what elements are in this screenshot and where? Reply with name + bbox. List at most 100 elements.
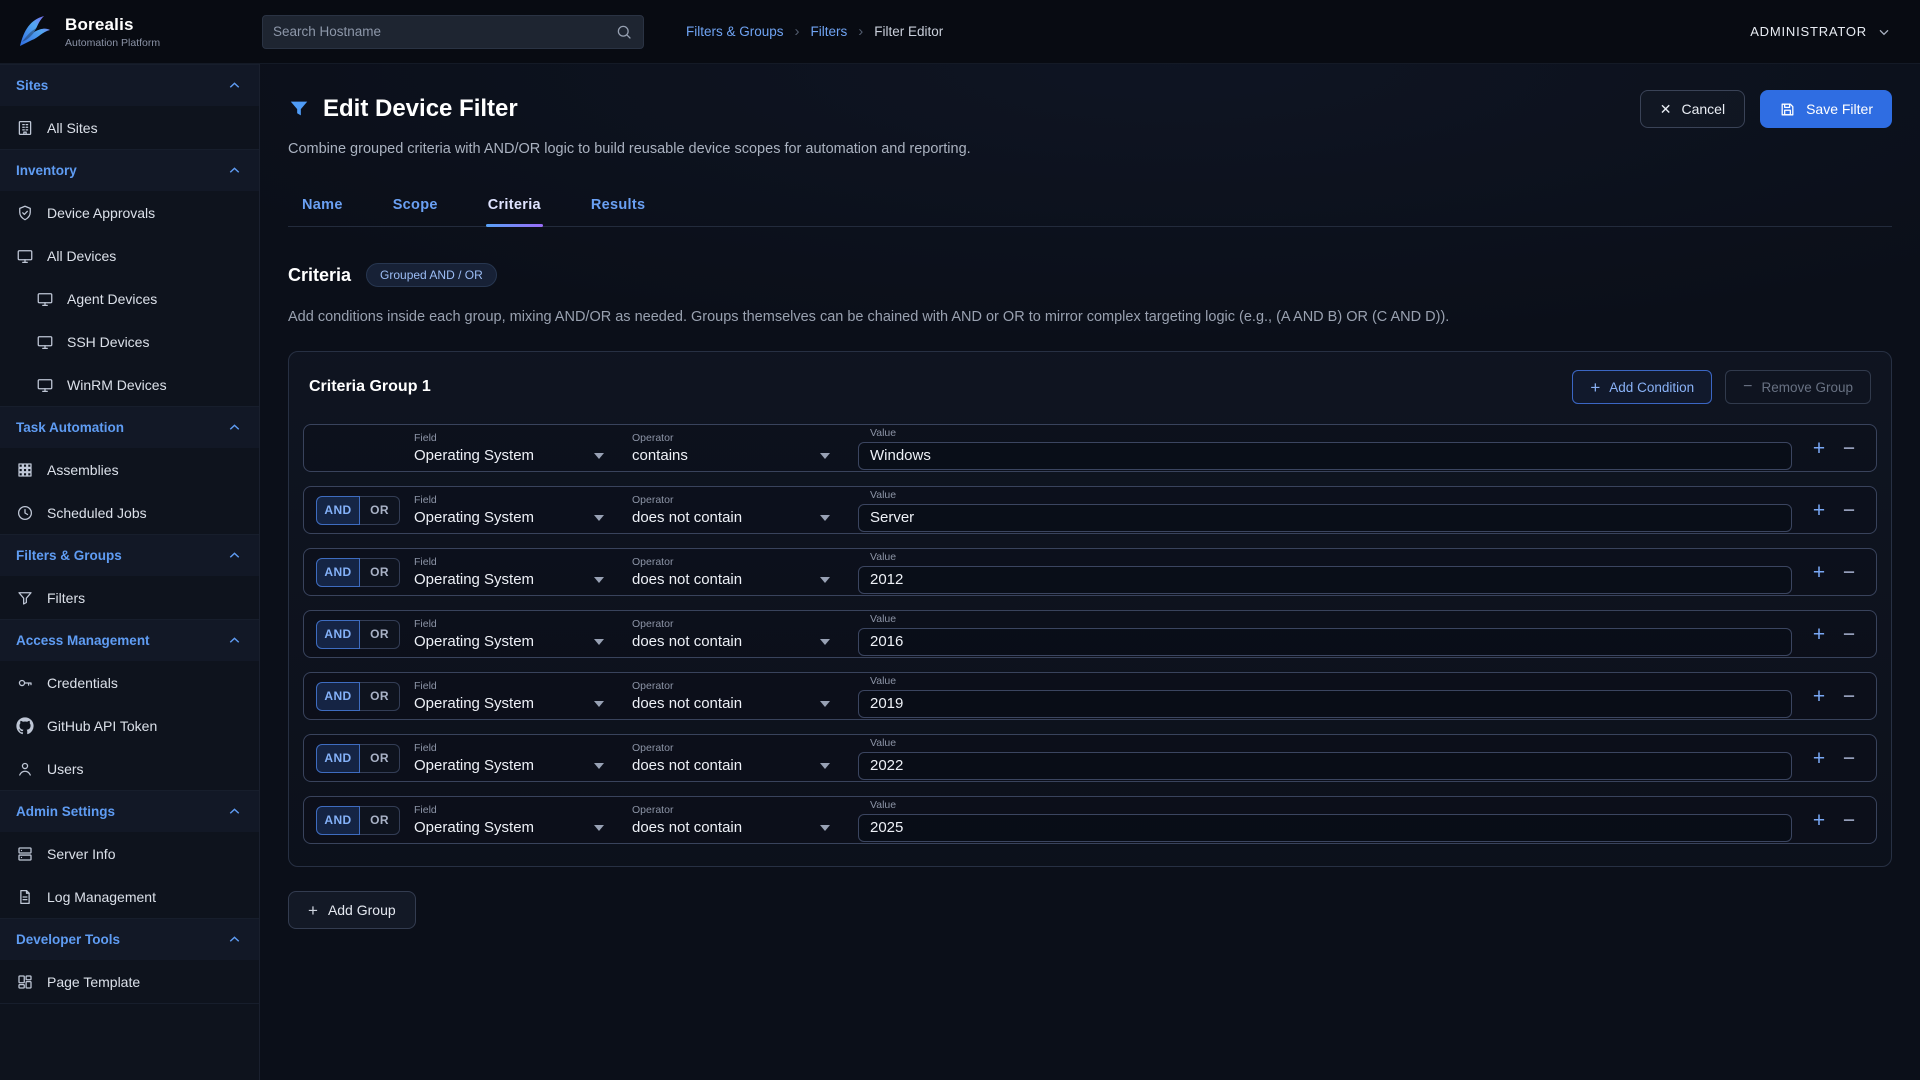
- sidebar-item-agent-devices[interactable]: Agent Devices: [0, 277, 259, 320]
- sidebar-item-filters[interactable]: Filters: [0, 576, 259, 619]
- sidebar-item-page-template[interactable]: Page Template: [0, 960, 259, 1003]
- sidebar-item-winrm-devices[interactable]: WinRM Devices: [0, 363, 259, 406]
- operator-select[interactable]: Operator does not contain: [632, 494, 848, 526]
- key-icon: [16, 674, 34, 692]
- or-toggle[interactable]: OR: [360, 806, 400, 835]
- field-select[interactable]: Field Operating System: [414, 618, 622, 650]
- operator-select[interactable]: Operator does not contain: [632, 680, 848, 712]
- field-select[interactable]: Field Operating System: [414, 804, 622, 836]
- row-remove-button[interactable]: −: [1834, 805, 1864, 835]
- or-toggle[interactable]: OR: [360, 620, 400, 649]
- sidebar-divider: [0, 1003, 259, 1004]
- tab-scope[interactable]: Scope: [391, 187, 440, 226]
- sidebar-item-label: Credentials: [47, 675, 118, 691]
- and-toggle[interactable]: AND: [316, 806, 360, 835]
- and-toggle[interactable]: AND: [316, 620, 360, 649]
- row-add-button[interactable]: +: [1804, 557, 1834, 587]
- sidebar-item-assemblies[interactable]: Assemblies: [0, 448, 259, 491]
- sidebar-section-task-automation[interactable]: Task Automation: [0, 406, 259, 448]
- row-add-button[interactable]: +: [1804, 805, 1834, 835]
- value-input[interactable]: [858, 690, 1792, 718]
- sidebar-section-inventory[interactable]: Inventory: [0, 149, 259, 191]
- operator-select[interactable]: Operator does not contain: [632, 618, 848, 650]
- and-toggle[interactable]: AND: [316, 496, 360, 525]
- breadcrumb-filters[interactable]: Filters: [811, 24, 848, 39]
- remove-group-button[interactable]: − Remove Group: [1725, 370, 1871, 404]
- or-toggle[interactable]: OR: [360, 496, 400, 525]
- and-or-toggle: AND OR: [316, 744, 414, 773]
- operator-value: does not contain: [632, 571, 742, 588]
- sidebar-item-ssh-devices[interactable]: SSH Devices: [0, 320, 259, 363]
- row-remove-button[interactable]: −: [1834, 743, 1864, 773]
- add-group-button[interactable]: + Add Group: [288, 891, 416, 929]
- field-select[interactable]: Field Operating System: [414, 556, 622, 588]
- operator-select[interactable]: Operator does not contain: [632, 804, 848, 836]
- row-add-button[interactable]: +: [1804, 743, 1834, 773]
- operator-value: contains: [632, 447, 688, 464]
- operator-select[interactable]: Operator does not contain: [632, 556, 848, 588]
- or-toggle[interactable]: OR: [360, 558, 400, 587]
- sidebar-section-sites[interactable]: Sites: [0, 64, 259, 106]
- row-remove-button[interactable]: −: [1834, 681, 1864, 711]
- field-value: Operating System: [414, 509, 534, 526]
- sidebar-section-access-management[interactable]: Access Management: [0, 619, 259, 661]
- sidebar-item-github-api-token[interactable]: GitHub API Token: [0, 704, 259, 747]
- sidebar-item-label: Log Management: [47, 889, 156, 905]
- value-input[interactable]: [858, 628, 1792, 656]
- sidebar-section-filters-groups[interactable]: Filters & Groups: [0, 534, 259, 576]
- monitor-icon: [16, 247, 34, 265]
- server-icon: [16, 845, 34, 863]
- sidebar-section-admin-settings[interactable]: Admin Settings: [0, 790, 259, 832]
- operator-select[interactable]: Operator does not contain: [632, 742, 848, 774]
- cancel-button[interactable]: ✕ Cancel: [1640, 90, 1745, 128]
- tab-criteria[interactable]: Criteria: [486, 187, 543, 226]
- chevron-down-icon: [820, 701, 830, 707]
- row-add-button[interactable]: +: [1804, 681, 1834, 711]
- and-or-toggle: AND OR: [316, 496, 414, 525]
- value-input[interactable]: [858, 752, 1792, 780]
- tab-results[interactable]: Results: [589, 187, 647, 226]
- row-remove-button[interactable]: −: [1834, 619, 1864, 649]
- sidebar-item-label: Agent Devices: [67, 291, 157, 307]
- or-toggle[interactable]: OR: [360, 682, 400, 711]
- field-value: Operating System: [414, 757, 534, 774]
- breadcrumb-filters-groups[interactable]: Filters & Groups: [686, 24, 784, 39]
- row-add-button[interactable]: +: [1804, 495, 1834, 525]
- user-menu[interactable]: ADMINISTRATOR: [1750, 24, 1892, 40]
- sidebar-item-all-sites[interactable]: All Sites: [0, 106, 259, 149]
- add-condition-button[interactable]: + Add Condition: [1572, 370, 1712, 404]
- row-remove-button[interactable]: −: [1834, 433, 1864, 463]
- field-select[interactable]: Field Operating System: [414, 742, 622, 774]
- search-input[interactable]: [273, 24, 615, 39]
- row-add-button[interactable]: +: [1804, 433, 1834, 463]
- sidebar-item-all-devices[interactable]: All Devices: [0, 234, 259, 277]
- plus-icon: +: [1813, 562, 1825, 583]
- value-input[interactable]: [858, 814, 1792, 842]
- and-toggle[interactable]: AND: [316, 682, 360, 711]
- row-remove-button[interactable]: −: [1834, 495, 1864, 525]
- field-select[interactable]: Field Operating System: [414, 494, 622, 526]
- value-input[interactable]: [858, 566, 1792, 594]
- value-input[interactable]: [858, 442, 1792, 470]
- sidebar-item-device-approvals[interactable]: Device Approvals: [0, 191, 259, 234]
- sidebar-item-scheduled-jobs[interactable]: Scheduled Jobs: [0, 491, 259, 534]
- minus-icon: −: [1843, 624, 1855, 645]
- row-add-button[interactable]: +: [1804, 619, 1834, 649]
- tab-name[interactable]: Name: [300, 187, 345, 226]
- field-select[interactable]: Field Operating System: [414, 680, 622, 712]
- sidebar-item-log-management[interactable]: Log Management: [0, 875, 259, 918]
- and-toggle[interactable]: AND: [316, 558, 360, 587]
- sidebar-item-server-info[interactable]: Server Info: [0, 832, 259, 875]
- sidebar-section-developer-tools[interactable]: Developer Tools: [0, 918, 259, 960]
- and-toggle[interactable]: AND: [316, 744, 360, 773]
- or-toggle[interactable]: OR: [360, 744, 400, 773]
- save-filter-button[interactable]: Save Filter: [1760, 90, 1892, 128]
- breadcrumb-current: Filter Editor: [874, 24, 943, 39]
- plus-icon: +: [1813, 748, 1825, 769]
- sidebar-item-users[interactable]: Users: [0, 747, 259, 790]
- operator-select[interactable]: Operator contains: [632, 432, 848, 464]
- row-remove-button[interactable]: −: [1834, 557, 1864, 587]
- field-select[interactable]: Field Operating System: [414, 432, 622, 464]
- value-input[interactable]: [858, 504, 1792, 532]
- sidebar-item-credentials[interactable]: Credentials: [0, 661, 259, 704]
